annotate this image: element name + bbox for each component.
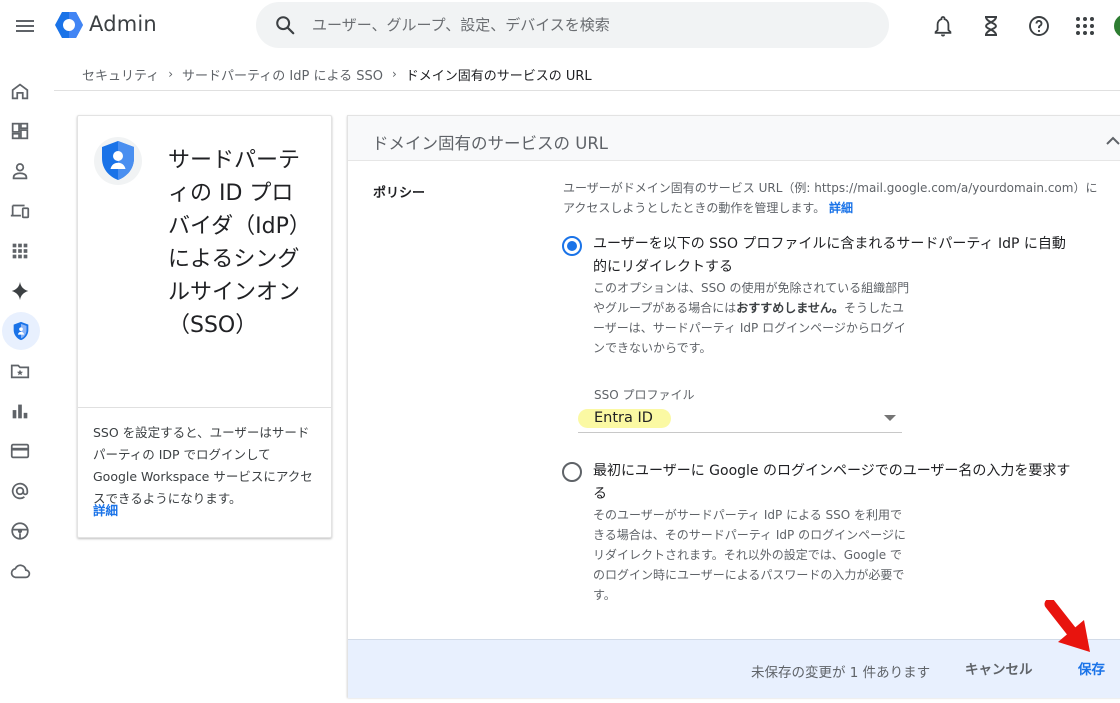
user-icon bbox=[12, 163, 28, 180]
info-card-learn-more-link[interactable]: 詳細 bbox=[93, 500, 118, 519]
apps-grid-icon[interactable] bbox=[1073, 14, 1097, 38]
search-input[interactable] bbox=[312, 13, 872, 37]
option-auto-redirect-label[interactable]: ユーザーを以下の SSO プロファイルに含まれるサードパーティ IdP に自動的… bbox=[593, 233, 1073, 279]
breadcrumb-current: ドメイン固有のサービスの URL bbox=[405, 68, 592, 84]
rail-security[interactable] bbox=[2, 312, 40, 350]
home-icon bbox=[11, 83, 29, 100]
option-google-login-first-label[interactable]: 最初にユーザーに Google のログインページでのユーザー名の入力を要求する bbox=[593, 460, 1073, 506]
breadcrumb-security[interactable]: セキュリティ bbox=[82, 65, 159, 84]
app-title[interactable]: Admin bbox=[89, 12, 157, 36]
rail-gemini[interactable] bbox=[0, 273, 40, 309]
annotation-arrow-icon bbox=[1040, 600, 1096, 656]
cancel-button[interactable]: キャンセル bbox=[957, 654, 1041, 682]
reports-icon bbox=[12, 404, 28, 419]
rail-home[interactable] bbox=[0, 73, 40, 109]
breadcrumb-separator: › bbox=[391, 67, 397, 81]
panel-header[interactable]: ドメイン固有のサービスの URL bbox=[348, 116, 1120, 161]
top-bar: Admin bbox=[0, 0, 1120, 52]
panel-title: ドメイン固有のサービスの URL bbox=[372, 134, 608, 153]
rail-apps[interactable] bbox=[0, 233, 40, 269]
security-shield-icon bbox=[13, 321, 29, 341]
sso-profile-label: SSO プロファイル bbox=[594, 388, 695, 402]
sso-profile-select[interactable]: Entra ID bbox=[578, 406, 902, 433]
dashboard-icon bbox=[11, 122, 29, 140]
rail-rules[interactable] bbox=[0, 513, 40, 549]
save-button[interactable]: 保存 bbox=[1070, 654, 1113, 682]
rail-users[interactable] bbox=[0, 153, 40, 189]
devices-icon bbox=[10, 204, 30, 219]
sparkle-icon bbox=[11, 281, 29, 301]
apps-icon bbox=[12, 243, 28, 259]
policy-description: ユーザーがドメイン固有のサービス URL（例: https://mail.goo… bbox=[563, 178, 1108, 218]
folder-star-icon bbox=[10, 364, 30, 379]
rail-dashboard[interactable] bbox=[0, 113, 40, 149]
admin-logo-icon[interactable] bbox=[54, 11, 84, 39]
info-card-title: サードパーティの ID プロバイダ（IdP）によるシングルサインオン（SSO） bbox=[168, 148, 301, 338]
rail-billing[interactable] bbox=[0, 433, 40, 469]
option-auto-redirect-help-warning: おすすめしません。 bbox=[736, 301, 844, 315]
radio-auto-redirect[interactable] bbox=[562, 236, 582, 256]
dropdown-arrow-icon[interactable] bbox=[884, 415, 896, 421]
rail-account[interactable] bbox=[0, 473, 40, 509]
rules-icon bbox=[11, 522, 29, 540]
info-card-divider bbox=[78, 407, 331, 408]
radio-google-login-first[interactable] bbox=[562, 462, 582, 482]
cloud-icon bbox=[10, 564, 31, 579]
info-card-description: SSO を設定すると、ユーザーはサードパーティの IDP でログインして Goo… bbox=[93, 425, 313, 506]
option-google-login-first-help: そのユーザーがサードパーティ IdP による SSO を利用できる場合は、そのサ… bbox=[593, 508, 906, 602]
breadcrumb-separator: › bbox=[168, 67, 174, 81]
rail-drive[interactable] bbox=[0, 353, 40, 389]
hourglass-icon[interactable] bbox=[979, 14, 1003, 38]
billing-icon bbox=[10, 443, 30, 459]
rail-storage[interactable] bbox=[0, 553, 40, 589]
settings-panel: ドメイン固有のサービスの URL ポリシー ユーザーがドメイン固有のサービス U… bbox=[347, 115, 1120, 698]
search-bar[interactable] bbox=[256, 2, 889, 48]
sso-profile-value[interactable]: Entra ID bbox=[578, 409, 671, 428]
account-at-icon bbox=[11, 482, 29, 500]
breadcrumb-divider bbox=[54, 90, 1120, 91]
save-bar: 未保存の変更が 1 件あります キャンセル 保存 bbox=[348, 639, 1120, 698]
breadcrumb: セキュリティ › サードパーティの IdP による SSO › ドメイン固有のサ… bbox=[82, 64, 592, 84]
search-icon[interactable] bbox=[274, 14, 296, 36]
policy-learn-more-link[interactable]: 詳細 bbox=[829, 201, 853, 215]
info-card: サードパーティの ID プロバイダ（IdP）によるシングルサインオン（SSO） … bbox=[77, 115, 332, 538]
rail-devices[interactable] bbox=[0, 193, 40, 229]
breadcrumb-sso[interactable]: サードパーティの IdP による SSO bbox=[182, 65, 383, 84]
menu-icon[interactable] bbox=[13, 14, 37, 38]
chevron-up-icon[interactable] bbox=[1104, 132, 1120, 150]
sso-shield-icon bbox=[93, 135, 143, 187]
rail-reports[interactable] bbox=[0, 393, 40, 429]
avatar[interactable] bbox=[1114, 14, 1120, 38]
policy-label: ポリシー bbox=[373, 186, 426, 201]
notifications-icon[interactable] bbox=[931, 14, 955, 38]
help-icon[interactable] bbox=[1027, 14, 1051, 38]
option-auto-redirect-help: このオプションは、SSO の使用が免除されている組織部門やグループがある場合には… bbox=[593, 278, 913, 358]
unsaved-changes-text: 未保存の変更が 1 件あります bbox=[751, 665, 931, 681]
